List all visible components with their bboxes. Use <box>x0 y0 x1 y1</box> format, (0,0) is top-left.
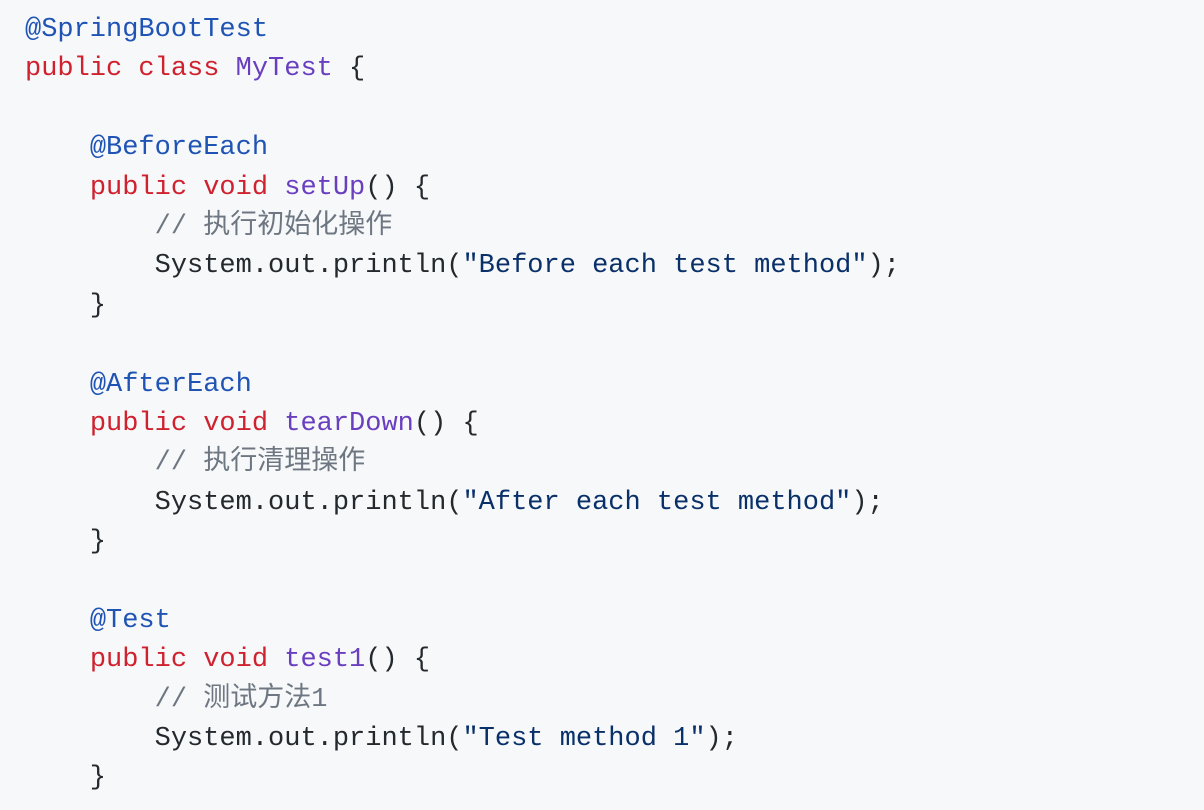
code-token-name: MyTest <box>235 54 333 85</box>
code-token-plain: } <box>25 290 107 321</box>
code-token-plain: () { <box>365 172 431 203</box>
code-line: public void test1() { <box>25 641 1204 680</box>
code-line: } <box>25 523 1204 562</box>
code-line: System.out.println("Before each test met… <box>25 247 1204 286</box>
code-token-keyword: void <box>203 645 269 676</box>
code-line: ​ <box>25 562 1204 601</box>
code-token-plain: { <box>332 54 366 85</box>
code-token-plain: ); <box>705 724 738 755</box>
code-token-plain: System.out.println( <box>25 251 463 282</box>
code-line: @AfterEach <box>25 366 1204 405</box>
code-token-plain: () { <box>413 408 479 439</box>
code-token-string: "Test method 1" <box>462 724 706 755</box>
code-token-keyword: public <box>89 645 188 676</box>
code-token-name: tearDown <box>284 408 414 439</box>
code-line: public void setUp() { <box>25 169 1204 208</box>
code-line: } <box>25 287 1204 326</box>
code-line: ​ <box>25 90 1204 129</box>
code-token-keyword: void <box>203 408 269 439</box>
code-token-name: test1 <box>284 645 366 676</box>
code-token-plain: System.out.println( <box>25 487 463 518</box>
code-token-plain: System.out.println( <box>25 724 463 755</box>
code-line: public void tearDown() { <box>25 405 1204 444</box>
code-token-string: "Before each test method" <box>462 251 868 282</box>
code-token-plain: } <box>25 527 107 558</box>
code-token-annotation: @BeforeEach <box>89 133 269 164</box>
code-line: @BeforeEach <box>25 129 1204 168</box>
code-token-plain: ); <box>867 251 900 282</box>
code-line: // 测试方法1 <box>25 681 1204 720</box>
code-token-keyword: public <box>89 408 188 439</box>
code-line: @Test <box>25 602 1204 641</box>
code-line: // 执行清理操作 <box>25 444 1204 483</box>
code-token-annotation: @Test <box>89 605 171 636</box>
code-line: } <box>25 759 1204 798</box>
code-token-annotation: @AfterEach <box>89 369 252 400</box>
code-token-keyword: void <box>203 172 269 203</box>
code-line: ​ <box>25 326 1204 365</box>
code-token-string: "After each test method" <box>462 487 852 518</box>
code-token-plain: ); <box>851 487 884 518</box>
code-token-comment: // 测试方法1 <box>154 684 328 715</box>
code-token-comment: // 执行清理操作 <box>154 448 366 479</box>
code-block: @SpringBootTestpublic class MyTest {​ @B… <box>0 0 1204 810</box>
code-token-name: setUp <box>284 172 366 203</box>
code-line: public class MyTest { <box>25 50 1204 89</box>
code-line: System.out.println("After each test meth… <box>25 484 1204 523</box>
code-line: @SpringBootTest <box>25 11 1204 50</box>
code-token-keyword: class <box>138 54 220 85</box>
code-token-keyword: public <box>25 54 123 85</box>
code-token-plain: } <box>25 763 107 794</box>
code-line: System.out.println("Test method 1"); <box>25 720 1204 759</box>
code-token-comment: // 执行初始化操作 <box>154 211 393 242</box>
code-token-annotation: @SpringBootTest <box>25 15 269 45</box>
code-token-plain: () { <box>365 645 431 676</box>
code-line: // 执行初始化操作 <box>25 208 1204 247</box>
code-token-keyword: public <box>89 172 188 203</box>
